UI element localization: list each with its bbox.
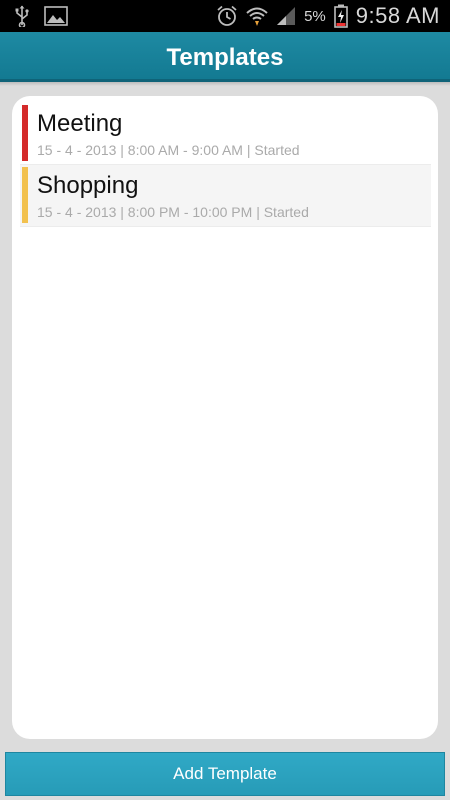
add-template-button[interactable]: Add Template (5, 752, 445, 796)
app-header: Templates (0, 32, 450, 82)
template-title: Meeting (37, 110, 123, 137)
status-left-icons (14, 5, 68, 27)
alarm-icon (216, 5, 238, 27)
usb-icon (14, 5, 30, 27)
status-bar: 5% 9:58 AM (0, 0, 450, 32)
image-icon (44, 6, 68, 26)
template-meta: 15 - 4 - 2013 | 8:00 PM - 10:00 PM | Sta… (37, 204, 309, 220)
templates-card: Meeting 15 - 4 - 2013 | 8:00 AM - 9:00 A… (12, 96, 438, 739)
wifi-icon (246, 5, 268, 27)
template-title: Shopping (37, 172, 139, 199)
battery-charging-icon (333, 4, 348, 28)
page-title: Templates (166, 44, 284, 71)
clock: 9:58 AM (355, 3, 440, 28)
header-shadow (0, 82, 450, 86)
status-right-icons: 5% 9:58 AM (216, 2, 440, 30)
color-bar (22, 167, 28, 223)
template-item-meeting[interactable]: Meeting 15 - 4 - 2013 | 8:00 AM - 9:00 A… (20, 103, 431, 165)
template-item-shopping[interactable]: Shopping 15 - 4 - 2013 | 8:00 PM - 10:00… (20, 165, 431, 227)
color-bar (22, 105, 28, 161)
templates-list: Meeting 15 - 4 - 2013 | 8:00 AM - 9:00 A… (20, 103, 431, 227)
battery-percent: 5% (304, 7, 326, 25)
template-meta: 15 - 4 - 2013 | 8:00 AM - 9:00 AM | Star… (37, 142, 300, 158)
signal-icon (276, 6, 296, 26)
